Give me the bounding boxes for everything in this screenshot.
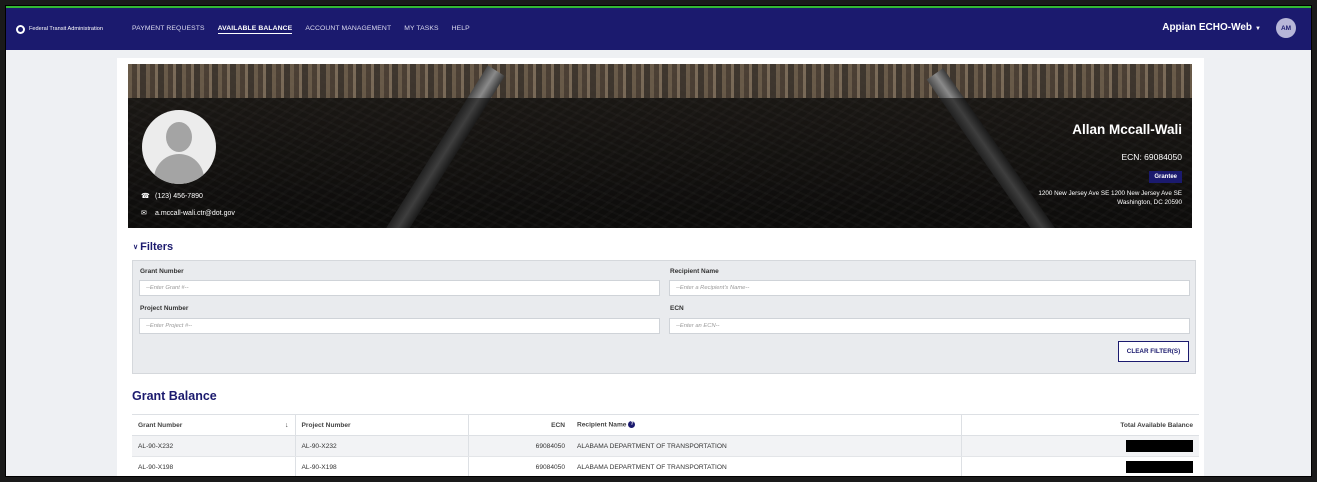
profile-address: 1200 New Jersey Ave SE 1200 New Jersey A…: [1038, 189, 1182, 207]
cell-project-number: AL-90-X198: [295, 456, 469, 476]
column-header-grant-number[interactable]: Grant Number ↓: [132, 414, 296, 436]
grant-number-input[interactable]: [139, 280, 660, 296]
filters-panel: Grant Number Recipient Name Project Numb…: [132, 260, 1196, 374]
clear-filters-button[interactable]: CLEAR FILTER(S): [1118, 341, 1189, 362]
fta-logo-icon: [16, 24, 25, 34]
cell-ecn: 69084050: [468, 435, 571, 457]
nav-links: PAYMENT REQUESTS AVAILABLE BALANCE ACCOU…: [132, 25, 483, 34]
profile-placeholder-body: [154, 154, 204, 184]
nav-link-account-management[interactable]: ACCOUNT MANAGEMENT: [305, 25, 391, 34]
table-row[interactable]: AL-90-X232 AL-90-X232 69084050 ALABAMA D…: [132, 435, 1199, 457]
column-header-project-number[interactable]: Project Number: [295, 414, 469, 436]
profile-details: Allan Mccall-Wali ECN: 69084050 Grantee …: [1038, 122, 1182, 207]
user-avatar[interactable]: AM: [1276, 18, 1296, 38]
redacted-balance: [1126, 461, 1193, 473]
envelope-icon: ✉: [141, 210, 147, 217]
app-frame: Federal Transit Administration PAYMENT R…: [5, 5, 1312, 477]
sort-down-icon[interactable]: ↓: [285, 422, 289, 429]
nav-link-my-tasks[interactable]: MY TASKS: [404, 25, 438, 34]
grant-balance-title: Grant Balance: [132, 389, 217, 403]
top-navigation-bar: Federal Transit Administration PAYMENT R…: [6, 6, 1311, 50]
contact-email: ✉ a.mccall-wali.ctr@dot.gov: [141, 209, 235, 218]
profile-banner: ☎ (123) 456-7890 ✉ a.mccall-wali.ctr@dot…: [128, 64, 1192, 228]
nav-link-payment-requests[interactable]: PAYMENT REQUESTS: [132, 25, 205, 34]
phone-icon: ☎: [141, 193, 150, 200]
table-header-row: Grant Number ↓ Project Number ECN Recipie…: [132, 414, 1199, 436]
address-line-2: Washington, DC 20590: [1117, 199, 1182, 206]
column-header-recipient-name[interactable]: Recipient Name?: [571, 414, 962, 436]
brand-name: Federal Transit Administration: [29, 26, 103, 32]
table-row[interactable]: AL-90-X198 AL-90-X198 69084050 ALABAMA D…: [132, 456, 1199, 476]
nav-link-help[interactable]: HELP: [452, 25, 470, 34]
phone-number: (123) 456-7890: [155, 192, 203, 200]
ecn-label: ECN: [670, 305, 684, 312]
cell-grant-number: AL-90-X232: [132, 435, 296, 457]
cell-project-number: AL-90-X232: [295, 435, 469, 457]
cell-recipient-name: ALABAMA DEPARTMENT OF TRANSPORTATION: [571, 435, 962, 457]
project-number-input[interactable]: [139, 318, 660, 334]
ecn-input[interactable]: [669, 318, 1190, 334]
recipient-name-label: Recipient Name: [670, 268, 719, 275]
address-line-1: 1200 New Jersey Ave SE 1200 New Jersey A…: [1038, 190, 1182, 197]
cell-total-available-balance: [961, 435, 1199, 457]
cell-total-available-balance: [961, 456, 1199, 476]
app-name: Appian ECHO-Web: [1162, 22, 1253, 33]
cell-grant-number: AL-90-X198: [132, 456, 296, 476]
cell-recipient-name: ALABAMA DEPARTMENT OF TRANSPORTATION: [571, 456, 962, 476]
grant-number-label: Grant Number: [140, 268, 184, 275]
role-badge: Grantee: [1149, 171, 1182, 183]
profile-name: Allan Mccall-Wali: [1072, 122, 1182, 137]
app-switcher[interactable]: Appian ECHO-Web ▼: [1162, 22, 1261, 33]
profile-ecn: ECN: 69084050: [1121, 152, 1183, 162]
help-icon[interactable]: ?: [628, 421, 636, 429]
column-header-ecn[interactable]: ECN: [468, 414, 571, 436]
recipient-name-input[interactable]: [669, 280, 1190, 296]
profile-photo: [142, 110, 216, 184]
filters-title: Filters: [140, 241, 174, 253]
project-number-label: Project Number: [140, 305, 189, 312]
brand[interactable]: Federal Transit Administration: [16, 24, 128, 34]
main-content: ☎ (123) 456-7890 ✉ a.mccall-wali.ctr@dot…: [117, 58, 1204, 476]
email-address: a.mccall-wali.ctr@dot.gov: [155, 209, 235, 217]
nav-link-available-balance[interactable]: AVAILABLE BALANCE: [217, 25, 293, 34]
column-header-total-available-balance[interactable]: Total Available Balance: [961, 414, 1199, 436]
contact-phone: ☎ (123) 456-7890: [141, 192, 203, 201]
redacted-balance: [1126, 440, 1193, 452]
banner-gravel-image: [128, 64, 1192, 98]
filters-toggle[interactable]: ∨ Filters: [133, 241, 173, 253]
cell-ecn: 69084050: [468, 456, 571, 476]
grant-balance-table: Grant Number ↓ Project Number ECN Recipie…: [132, 414, 1199, 476]
chevron-down-icon: ∨: [133, 244, 139, 251]
profile-placeholder-head: [166, 122, 192, 152]
banner-overlay: [128, 98, 1192, 228]
caret-down-icon: ▼: [1255, 26, 1261, 32]
